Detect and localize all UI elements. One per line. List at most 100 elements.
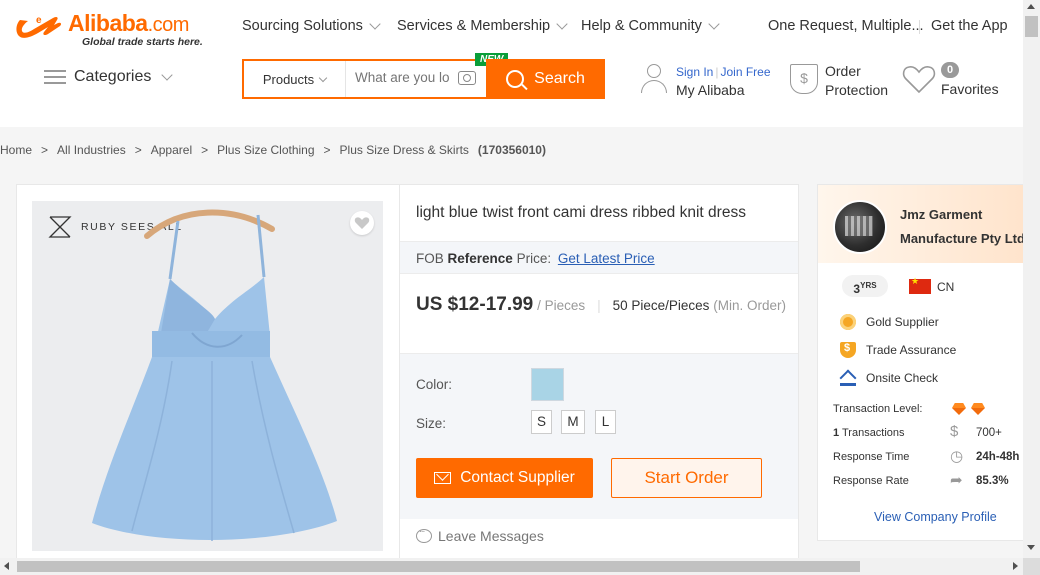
heart-icon	[902, 65, 936, 94]
fob-reference: Reference	[447, 251, 513, 266]
chat-bubble-icon	[416, 524, 432, 543]
order-protection-label-2: Protection	[825, 82, 889, 98]
menu-icon	[44, 70, 66, 84]
start-order-button[interactable]: Start Order	[611, 458, 762, 498]
fob-suffix: Price:	[516, 251, 552, 266]
search-icon	[506, 70, 525, 88]
search-button[interactable]: Search	[486, 59, 605, 99]
nav-one-request[interactable]: One Request, Multiple...	[768, 18, 924, 34]
nav-one-request-label: One Request, Multiple...	[768, 18, 924, 34]
search-box: Products	[242, 59, 486, 99]
nav-help-label: Help & Community	[581, 18, 702, 34]
get-latest-price-link[interactable]: Get Latest Price	[558, 251, 655, 266]
nav-divider	[919, 20, 920, 34]
product-title: light blue twist front cami dress ribbed…	[416, 204, 746, 221]
search-category-select[interactable]: Products	[244, 61, 346, 97]
vertical-scroll-thumb[interactable]	[1025, 16, 1038, 37]
user-icon[interactable]	[640, 64, 668, 96]
breadcrumb-apparel[interactable]: Apparel	[151, 143, 192, 157]
scroll-down-icon[interactable]	[1027, 545, 1035, 550]
nav-sourcing-solutions[interactable]: Sourcing Solutions	[242, 17, 381, 34]
horizontal-scrollbar[interactable]	[0, 558, 1023, 575]
breadcrumb-separator: >	[41, 143, 49, 157]
logo-wordmark: Alibaba	[68, 10, 148, 36]
min-order-quantity: 50 Piece/Pieces	[612, 298, 710, 313]
breadcrumb-home[interactable]: Home	[0, 143, 32, 157]
scroll-right-icon[interactable]	[1013, 562, 1018, 570]
fob-prefix: FOB	[416, 251, 444, 266]
nav-get-app-label: Get the App	[931, 18, 1008, 34]
join-free-link[interactable]: Join Free	[720, 65, 770, 79]
trade-assurance-badge[interactable]: Trade Assurance	[840, 342, 956, 358]
response-rate-label: Response Rate	[833, 475, 909, 487]
scroll-left-icon[interactable]	[4, 562, 9, 570]
logo-suffix: .com	[147, 14, 190, 36]
contact-supplier-button[interactable]: Contact Supplier	[416, 458, 593, 498]
onsite-check-label: Onsite Check	[866, 371, 939, 385]
favorites[interactable]: 0 Favorites	[902, 62, 1012, 100]
price-unit: / Pieces	[537, 298, 586, 313]
product-image[interactable]: RUBY SEES ALL	[32, 201, 383, 551]
leave-messages-link[interactable]: Leave Messages	[416, 524, 544, 544]
supplier-country: CN	[937, 280, 955, 294]
years-badge: 3YRS	[842, 275, 888, 297]
camera-icon[interactable]	[458, 71, 476, 85]
alibaba-logo[interactable]: e Alibaba.com Global trade starts here.	[14, 10, 209, 50]
categories-label: Categories	[74, 68, 152, 85]
onsite-check-badge[interactable]: Onsite Check	[840, 370, 938, 386]
supplier-avatar[interactable]	[833, 200, 887, 254]
order-protection[interactable]: $ Order Protection	[790, 62, 890, 100]
view-company-profile-link[interactable]: View Company Profile	[874, 510, 997, 524]
product-id: (170356010)	[477, 143, 546, 157]
search-button-label: Search	[534, 70, 585, 87]
svg-text:e: e	[36, 15, 42, 26]
transactions-value: 700+	[976, 427, 1002, 439]
supplier-panel: Jmz Garment Manufacture Pty Ltd 3YRS CN …	[817, 184, 1025, 541]
size-option-m[interactable]: M	[561, 410, 585, 434]
transactions-label: 1 Transactions	[833, 427, 905, 439]
chevron-down-icon	[161, 68, 174, 81]
supplier-name-line-2: Manufacture Pty Ltd	[900, 231, 1025, 246]
chevron-down-icon	[708, 17, 720, 30]
fob-price-row: FOB Reference Price: Get Latest Price	[400, 241, 798, 274]
color-label: Color:	[416, 377, 453, 392]
site-header: e Alibaba.com Global trade starts here. …	[0, 0, 1023, 127]
breadcrumb-separator: >	[323, 143, 331, 157]
size-label: Size:	[416, 416, 447, 431]
categories-menu[interactable]: Categories	[44, 68, 174, 86]
supplier-name-line-1: Jmz Garment	[900, 207, 983, 222]
size-option-l[interactable]: L	[595, 410, 616, 434]
horizontal-scroll-thumb[interactable]	[17, 561, 860, 572]
supplier-header: Jmz Garment Manufacture Pty Ltd	[818, 185, 1025, 263]
color-swatch[interactable]	[531, 368, 564, 401]
size-option-s[interactable]: S	[531, 410, 552, 434]
search-input[interactable]	[355, 70, 451, 85]
price-area: US $12-17.99 / Pieces | 50 Piece/Pieces …	[416, 294, 787, 315]
response-rate-value: 85.3%	[976, 475, 1009, 487]
gold-supplier-badge[interactable]: Gold Supplier	[840, 314, 939, 330]
supplier-name[interactable]: Jmz Garment Manufacture Pty Ltd	[900, 203, 1030, 251]
my-alibaba-link[interactable]: My Alibaba	[676, 82, 744, 98]
breadcrumb-plus-size-clothing[interactable]: Plus Size Clothing	[217, 143, 314, 157]
onsite-check-icon	[840, 370, 856, 386]
nav-get-app[interactable]: Get the App	[931, 18, 1008, 34]
nav-services-membership[interactable]: Services & Membership	[397, 17, 568, 34]
dollar-icon: $	[950, 423, 959, 440]
chevron-down-icon	[556, 17, 568, 30]
alibaba-logo-icon: e	[16, 15, 62, 38]
response-time-label: Response Time	[833, 451, 910, 463]
breadcrumb-all-industries[interactable]: All Industries	[57, 143, 126, 157]
product-options: Color: Size: S M L Contact Supplier Star…	[400, 353, 798, 519]
scrollbar-corner	[1023, 558, 1040, 575]
sign-in-link[interactable]: Sign In	[676, 65, 713, 79]
transactions-text: Transactions	[841, 427, 905, 439]
my-alibaba: Sign In | Join Free My Alibaba	[638, 64, 778, 102]
vertical-scrollbar[interactable]	[1023, 0, 1040, 575]
trade-assurance-label: Trade Assurance	[866, 343, 957, 357]
mail-icon	[434, 472, 452, 484]
scroll-up-icon[interactable]	[1027, 4, 1035, 9]
logo-tagline: Global trade starts here.	[82, 36, 203, 48]
nav-help-community[interactable]: Help & Community	[581, 17, 720, 34]
product-price: US $12-17.99	[416, 294, 534, 315]
breadcrumb-plus-size-dress[interactable]: Plus Size Dress & Skirts	[340, 143, 469, 157]
